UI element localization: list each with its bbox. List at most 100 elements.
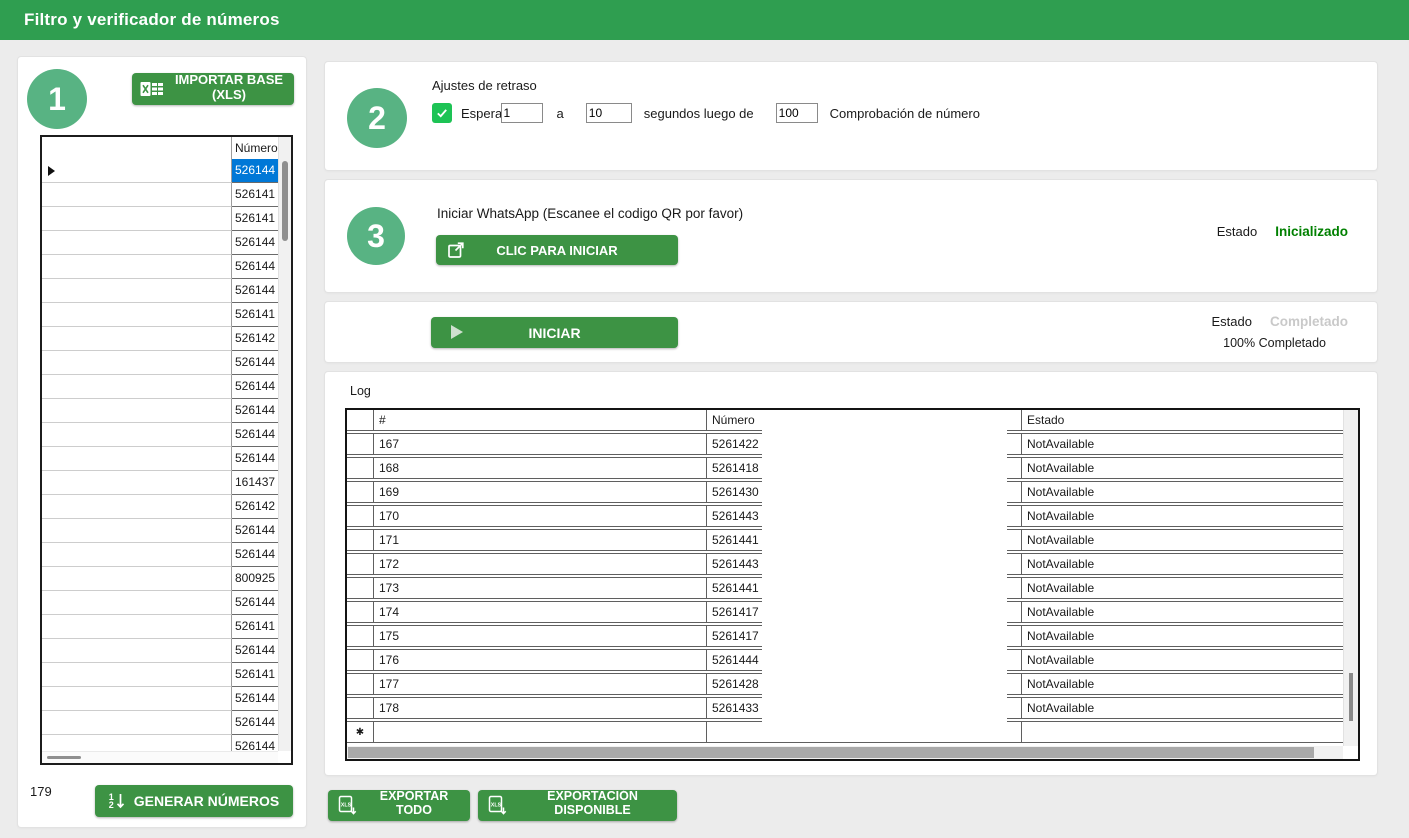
log-row-header[interactable] [347,457,374,479]
log-column-header-index[interactable]: # [374,410,707,431]
grid-row-header[interactable] [42,735,232,751]
log-cell-index[interactable]: 173 [374,577,707,599]
log-row-header[interactable] [347,481,374,503]
log-column-header-estado[interactable]: Estado [1022,410,1358,431]
grid-cell-numero[interactable]: 526144 [232,519,278,543]
grid-cell-numero[interactable]: 526144 [232,543,278,567]
grid-cell-numero[interactable]: 800925 [232,567,278,591]
grid-vertical-scrollbar[interactable] [278,137,291,751]
log-corner-cell[interactable] [347,410,374,431]
grid-row-header[interactable] [42,591,232,615]
log-cell-estado[interactable]: NotAvailable [1022,505,1358,527]
grid-row-header[interactable] [42,495,232,519]
grid-cell-numero[interactable]: 526144 [232,687,278,711]
log-row-header[interactable] [347,625,374,647]
grid-column-header-numero[interactable]: Número [232,137,278,159]
grid-cell-numero[interactable]: 526144 [232,735,278,751]
grid-row-header[interactable] [42,519,232,543]
grid-cell-numero[interactable]: 526144 [232,639,278,663]
log-horizontal-scrollbar-thumb[interactable] [348,747,1314,758]
wait-checkbox[interactable] [432,103,452,123]
log-cell-index[interactable]: 169 [374,481,707,503]
export-available-button[interactable]: XLS EXPORTACIÓN DISPONIBLE [478,790,677,821]
grid-row-header[interactable] [42,567,232,591]
grid-cell-numero[interactable]: 526144 [232,159,278,183]
grid-row-header[interactable] [42,159,232,183]
log-cell-estado[interactable]: NotAvailable [1022,553,1358,575]
grid-row-header[interactable] [42,423,232,447]
log-new-row[interactable]: ✱ [347,721,1358,743]
log-cell-index[interactable]: 176 [374,649,707,671]
grid-cell-numero[interactable]: 526144 [232,351,278,375]
log-cell-index[interactable]: 172 [374,553,707,575]
log-cell-index[interactable]: 177 [374,673,707,695]
grid-corner-cell[interactable] [42,137,232,159]
log-row-header[interactable] [347,697,374,719]
log-cell-index[interactable]: 170 [374,505,707,527]
start-button[interactable]: INICIAR [431,317,678,348]
grid-cell-numero[interactable]: 526141 [232,207,278,231]
log-horizontal-scrollbar[interactable] [347,746,1343,759]
grid-cell-numero[interactable]: 526144 [232,255,278,279]
log-new-cell-numero[interactable] [707,721,1022,743]
grid-horizontal-scrollbar-thumb[interactable] [47,756,81,759]
wait-from-input[interactable] [501,103,543,123]
log-cell-estado[interactable]: NotAvailable [1022,625,1358,647]
grid-cell-numero[interactable]: 526144 [232,591,278,615]
grid-row-header[interactable] [42,327,232,351]
log-row-header[interactable] [347,673,374,695]
grid-row-header[interactable] [42,279,232,303]
log-cell-index[interactable]: 178 [374,697,707,719]
grid-row-header[interactable] [42,231,232,255]
log-cell-estado[interactable]: NotAvailable [1022,697,1358,719]
grid-row-header[interactable] [42,207,232,231]
log-cell-index[interactable]: 174 [374,601,707,623]
log-cell-index[interactable]: 167 [374,433,707,455]
grid-cell-numero[interactable]: 526144 [232,447,278,471]
log-cell-estado[interactable]: NotAvailable [1022,673,1358,695]
log-column-header-numero[interactable]: Número [707,410,1022,431]
grid-row-header[interactable] [42,399,232,423]
grid-row-header[interactable] [42,375,232,399]
grid-cell-numero[interactable]: 526141 [232,615,278,639]
log-row-header[interactable] [347,433,374,455]
grid-cell-numero[interactable]: 526144 [232,423,278,447]
grid-cell-numero[interactable]: 526141 [232,303,278,327]
grid-cell-numero[interactable]: 526144 [232,399,278,423]
grid-row-header[interactable] [42,543,232,567]
grid-row-header[interactable] [42,255,232,279]
grid-row-header[interactable] [42,447,232,471]
log-cell-estado[interactable]: NotAvailable [1022,457,1358,479]
log-cell-index[interactable]: 168 [374,457,707,479]
grid-cell-numero[interactable]: 161437 [232,471,278,495]
log-vertical-scrollbar[interactable] [1343,410,1358,746]
grid-cell-numero[interactable]: 526144 [232,279,278,303]
log-cell-estado[interactable]: NotAvailable [1022,601,1358,623]
log-cell-estado[interactable]: NotAvailable [1022,481,1358,503]
grid-row-header[interactable] [42,303,232,327]
grid-cell-numero[interactable]: 526144 [232,711,278,735]
grid-row-header[interactable] [42,471,232,495]
log-row-header[interactable] [347,601,374,623]
log-row-header[interactable] [347,529,374,551]
grid-row-header[interactable] [42,639,232,663]
generate-numbers-button[interactable]: 12 GENERAR NÚMEROS [95,785,293,817]
log-cell-estado[interactable]: NotAvailable [1022,433,1358,455]
click-to-start-button[interactable]: CLIC PARA INICIAR [436,235,678,265]
grid-horizontal-scrollbar[interactable] [42,751,278,763]
log-cell-estado[interactable]: NotAvailable [1022,649,1358,671]
grid-row-header[interactable] [42,663,232,687]
grid-row-header[interactable] [42,183,232,207]
grid-cell-numero[interactable]: 526144 [232,231,278,255]
log-new-cell-estado[interactable] [1022,721,1358,743]
grid-cell-numero[interactable]: 526144 [232,375,278,399]
grid-row-header[interactable] [42,711,232,735]
grid-cell-numero[interactable]: 526142 [232,495,278,519]
log-row-header[interactable] [347,505,374,527]
log-vertical-scrollbar-thumb[interactable] [1349,673,1353,721]
grid-row-header[interactable] [42,687,232,711]
grid-vertical-scrollbar-thumb[interactable] [282,161,288,241]
log-cell-index[interactable]: 175 [374,625,707,647]
check-count-input[interactable] [776,103,818,123]
log-row-header[interactable] [347,577,374,599]
